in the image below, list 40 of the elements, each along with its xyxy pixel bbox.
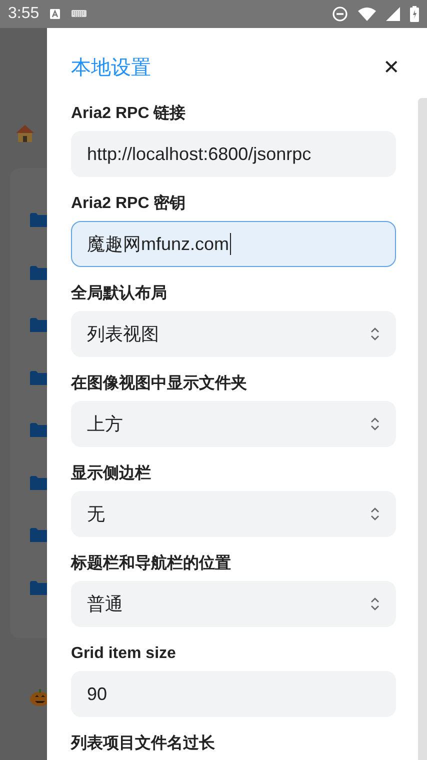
input-field[interactable]: 90 xyxy=(71,671,396,717)
folder-icon xyxy=(30,370,47,384)
do-not-disturb-icon xyxy=(332,6,348,22)
field-label: 标题栏和导航栏的位置 xyxy=(71,554,232,573)
pumpkin-icon xyxy=(30,688,47,706)
drawer-title: 本地设置 xyxy=(71,56,151,80)
folder-icon xyxy=(30,266,47,280)
field-label: 全局默认布局 xyxy=(71,284,168,303)
chevron-up-down-icon xyxy=(370,326,380,342)
field-label: Grid item size xyxy=(71,644,177,663)
chevron-up-down-icon xyxy=(370,416,380,432)
close-button[interactable]: ✕ xyxy=(383,54,400,80)
field-label: Aria2 RPC 密钥 xyxy=(71,194,187,213)
wifi-icon xyxy=(358,7,376,21)
select-field[interactable]: 普通 xyxy=(71,581,396,627)
folder-icon xyxy=(30,318,47,332)
select-field[interactable]: 列表视图 xyxy=(71,311,396,357)
folder-icon xyxy=(30,213,47,227)
input-field[interactable]: 魔趣网mfunz.com xyxy=(71,221,396,267)
input-field[interactable]: http://localhost:6800/jsonrpc xyxy=(71,131,396,177)
folder-icon xyxy=(30,423,47,437)
field-label: 在图像视图中显示文件夹 xyxy=(71,374,248,393)
notification-icon xyxy=(49,8,62,20)
select-field[interactable]: 无 xyxy=(71,491,396,537)
scrollbar[interactable] xyxy=(418,98,427,760)
battery-icon xyxy=(410,6,419,22)
select-field[interactable]: 上方 xyxy=(71,401,396,447)
text-cursor xyxy=(230,233,232,255)
signal-icon xyxy=(386,7,400,21)
chevron-up-down-icon xyxy=(370,596,380,612)
field-label: 显示侧边栏 xyxy=(71,464,152,483)
keyboard-icon xyxy=(71,9,88,19)
folder-icon xyxy=(30,580,47,594)
field-label: Aria2 RPC 链接 xyxy=(71,104,187,123)
status-time: 3:55 xyxy=(8,5,40,23)
folder-icon xyxy=(30,476,47,490)
field-label: 列表项目文件名过长 xyxy=(71,734,216,753)
folder-icon xyxy=(30,528,47,542)
chevron-up-down-icon xyxy=(370,506,380,522)
house-icon xyxy=(15,123,35,143)
